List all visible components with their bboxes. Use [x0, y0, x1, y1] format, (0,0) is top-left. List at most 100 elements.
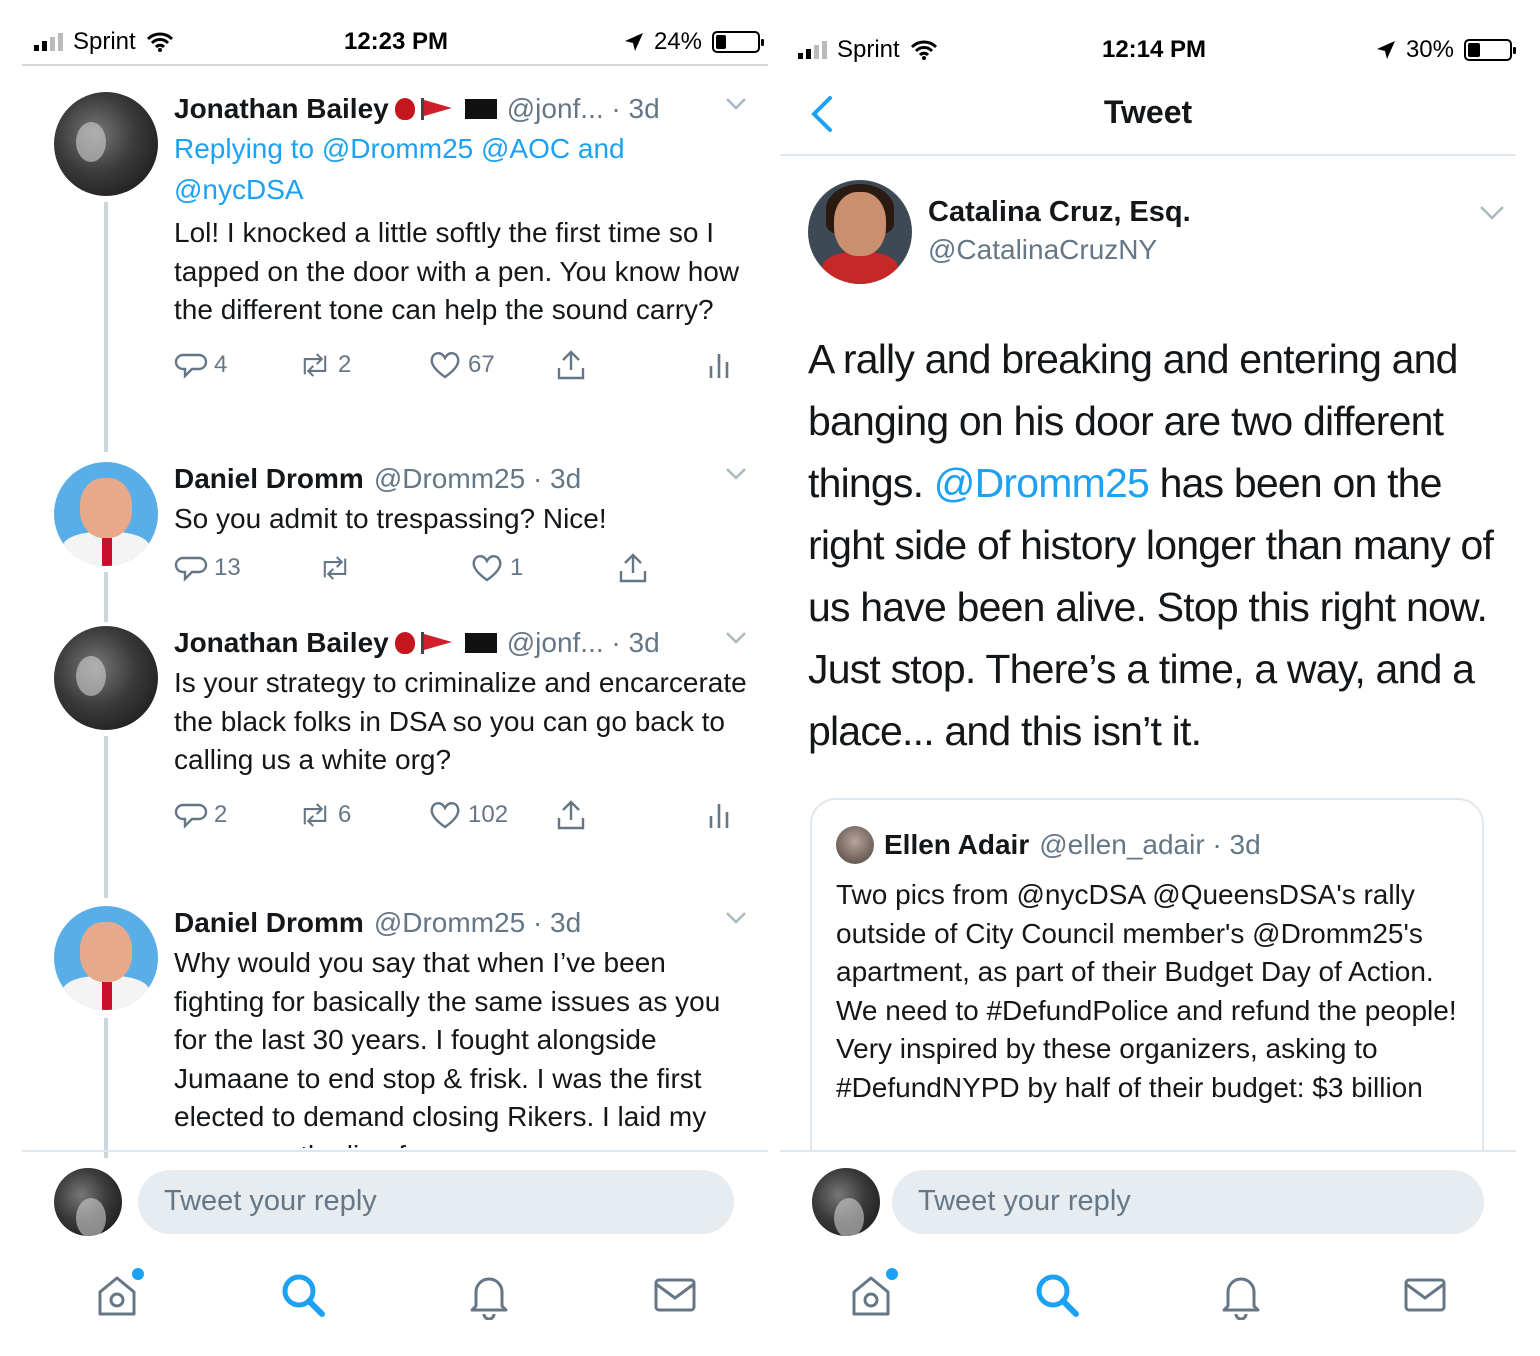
- quoted-text: Two pics from @nycDSA @QueensDSA's rally…: [836, 879, 1457, 1103]
- analytics-icon: [709, 803, 729, 828]
- reply-composer: Tweet your reply: [780, 1150, 1516, 1260]
- search-icon: [1036, 1274, 1079, 1317]
- author-name[interactable]: Jonathan Bailey: [174, 92, 389, 126]
- location-arrow-icon: [624, 33, 643, 51]
- notification-dot: [132, 1268, 144, 1280]
- reply-count: 4: [214, 350, 228, 378]
- retweet-icon: [303, 352, 327, 377]
- left-screenshot: Sprint 12:23 PM 24% Jonathan Bailey @jon…: [0, 0, 780, 1356]
- reply-mention[interactable]: @nycDSA: [174, 174, 304, 205]
- like-count: 1: [510, 553, 524, 581]
- heart-icon: [472, 554, 502, 581]
- battery-percent: 30%: [1405, 36, 1454, 63]
- reply-button[interactable]: 2: [174, 798, 227, 832]
- reply-icon: [174, 556, 208, 582]
- tab-messages[interactable]: [650, 1270, 700, 1320]
- reply-input[interactable]: Tweet your reply: [138, 1170, 734, 1234]
- notification-dot: [886, 1268, 898, 1280]
- reply-count: 13: [214, 553, 241, 581]
- red-flag-icon: [420, 632, 452, 654]
- avatar[interactable]: [808, 180, 912, 284]
- like-button[interactable]: 1: [470, 551, 523, 585]
- tab-notifications[interactable]: [1216, 1270, 1266, 1321]
- reply-input[interactable]: Tweet your reply: [892, 1170, 1484, 1234]
- location-arrow-icon: [1376, 41, 1395, 59]
- bell-icon: [1222, 1277, 1260, 1321]
- author-name[interactable]: Daniel Dromm: [174, 462, 364, 496]
- reply-button[interactable]: 13: [174, 551, 241, 585]
- like-count: 67: [468, 350, 495, 378]
- tab-search[interactable]: [1032, 1270, 1082, 1320]
- analytics-button[interactable]: [702, 798, 736, 832]
- name-emoji: [394, 632, 497, 654]
- like-button[interactable]: 67: [428, 348, 495, 382]
- retweet-icon: [303, 802, 327, 827]
- reply-icon: [174, 803, 208, 829]
- tab-bar: [0, 1268, 780, 1330]
- replying-to-label: Replying to: [174, 133, 322, 164]
- search-icon: [282, 1274, 325, 1317]
- chevron-down-icon[interactable]: [726, 632, 746, 644]
- envelope-icon: [1404, 1278, 1446, 1312]
- replying-to: Replying to @Dromm25 @AOC and @nycDSA: [174, 128, 750, 210]
- battery-icon: [1464, 39, 1516, 61]
- retweet-count: 2: [338, 350, 352, 378]
- red-flag-icon: [420, 98, 452, 120]
- retweet-button[interactable]: [318, 551, 358, 585]
- tweet[interactable]: Jonathan Bailey @jonf... · 3d Replying t…: [54, 92, 750, 432]
- share-button[interactable]: [616, 551, 650, 585]
- share-button[interactable]: [554, 798, 588, 832]
- chevron-down-icon[interactable]: [726, 98, 746, 110]
- author-handle: @Dromm25 · 3d: [373, 907, 582, 938]
- author-handle: @CatalinaCruzNY: [928, 234, 1158, 265]
- author-name[interactable]: Daniel Dromm: [174, 906, 364, 940]
- chevron-down-icon[interactable]: [726, 468, 746, 480]
- tab-home[interactable]: [92, 1268, 144, 1320]
- share-button[interactable]: [554, 348, 588, 382]
- tweet-text: Why would you say that when I’ve been fi…: [174, 947, 721, 1148]
- chevron-down-icon[interactable]: [726, 912, 746, 924]
- avatar[interactable]: [54, 626, 158, 730]
- battery-icon: [712, 31, 764, 53]
- tweet-actions: 13 1: [174, 551, 750, 591]
- author-handle: @jonf... · 3d: [506, 627, 660, 658]
- reply-button[interactable]: 4: [174, 348, 227, 382]
- like-button[interactable]: 102: [428, 798, 508, 832]
- author-name[interactable]: Catalina Cruz, Esq.: [928, 196, 1191, 229]
- retweet-button[interactable]: 6: [298, 798, 351, 832]
- tab-notifications[interactable]: [464, 1270, 514, 1321]
- heart-icon: [430, 351, 460, 378]
- mention-link[interactable]: @Dromm25: [934, 460, 1150, 506]
- reply-and: and: [570, 133, 625, 164]
- share-icon: [557, 799, 585, 829]
- retweet-count: 6: [338, 800, 352, 828]
- retweet-icon: [323, 555, 347, 580]
- black-flag-icon: [464, 633, 497, 653]
- chevron-down-icon[interactable]: [1480, 206, 1504, 220]
- avatar: [54, 1168, 122, 1236]
- tweet[interactable]: Jonathan Bailey @jonf... · 3d Is your st…: [54, 626, 750, 886]
- tab-messages[interactable]: [1400, 1270, 1450, 1320]
- reply-icon: [174, 353, 208, 379]
- avatar[interactable]: [54, 906, 158, 1010]
- tab-home[interactable]: [846, 1268, 898, 1320]
- tweet[interactable]: Daniel Dromm @Dromm25 · 3d Why would you…: [54, 906, 750, 1148]
- avatar[interactable]: [54, 92, 158, 196]
- black-flag-icon: [464, 99, 497, 119]
- tab-bar: [780, 1268, 1540, 1330]
- page-title: Tweet: [1103, 94, 1193, 130]
- analytics-icon: [709, 353, 729, 378]
- heart-icon: [430, 801, 460, 828]
- avatar: [812, 1168, 880, 1236]
- analytics-button[interactable]: [702, 348, 736, 382]
- avatar[interactable]: [54, 462, 158, 566]
- status-bar: Sprint 12:14 PM 30%: [788, 30, 1520, 90]
- right-screenshot: Sprint 12:14 PM 30% Tweet Catalina Cruz,…: [780, 0, 1540, 1356]
- rose-icon: [394, 632, 415, 654]
- author-name[interactable]: Jonathan Bailey: [174, 626, 389, 660]
- retweet-button[interactable]: 2: [298, 348, 351, 382]
- tab-search[interactable]: [278, 1270, 328, 1320]
- like-count: 102: [468, 800, 509, 828]
- tweet[interactable]: Daniel Dromm @Dromm25 · 3d So you admit …: [54, 462, 750, 592]
- reply-mention[interactable]: @Dromm25 @AOC: [322, 133, 570, 164]
